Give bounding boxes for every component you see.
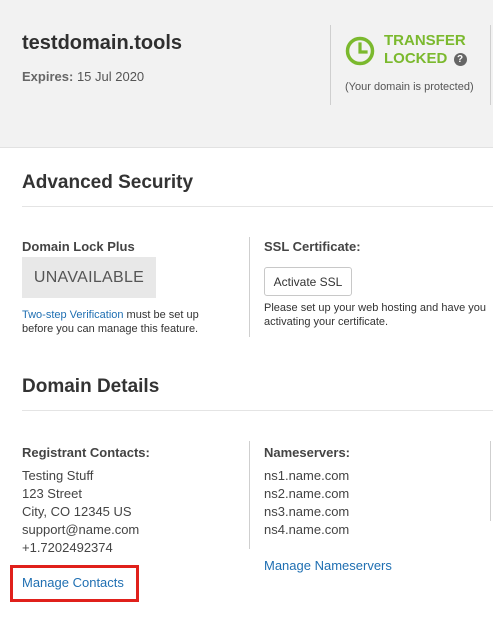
domain-header: testdomain.tools Expires: 15 Jul 2020 TR… (0, 0, 493, 148)
column-divider (249, 441, 250, 549)
nameserver-item: ns1.name.com (264, 468, 350, 483)
domain-lock-note: Two-step Verification must be set up bef… (22, 308, 199, 336)
nameserver-item: ns3.name.com (264, 504, 350, 519)
transfer-lock-status: TRANSFER LOCKED ? (384, 32, 467, 68)
nameserver-item: ns2.name.com (264, 486, 350, 501)
ssl-note-line1: Please set up your web hosting and have … (264, 302, 486, 314)
column-divider-right (490, 441, 491, 521)
domain-details-title: Domain Details (22, 376, 160, 397)
registrant-contacts-label: Registrant Contacts: (22, 445, 150, 460)
expiry-info: Expires: 15 Jul 2020 (22, 69, 144, 84)
section-divider (22, 410, 493, 411)
ssl-label: SSL Certificate: (264, 239, 361, 254)
registrant-line: City, CO 12345 US (22, 504, 132, 519)
domain-lock-status-badge: UNAVAILABLE (22, 257, 156, 298)
expires-label: Expires: (22, 69, 74, 84)
nameservers-label: Nameservers: (264, 445, 351, 460)
lock-note: (Your domain is protected) (345, 81, 474, 93)
locked-label: LOCKED (384, 50, 448, 67)
nameserver-item: ns4.name.com (264, 522, 350, 537)
expires-value: 15 Jul 2020 (76, 69, 145, 84)
highlight-box (10, 565, 139, 602)
two-step-verification-link[interactable]: Two-step Verification (22, 309, 124, 321)
ssl-note-line2: activating your certificate. (264, 316, 389, 328)
transfer-label: TRANSFER (384, 32, 466, 49)
domain-lock-note-text2: before you can manage this feature. (22, 323, 199, 335)
registrant-line: 123 Street (22, 486, 82, 501)
section-divider (22, 206, 493, 207)
header-divider-right (490, 25, 491, 105)
registrant-contact-list: Testing Stuff 123 Street City, CO 12345 … (22, 467, 139, 557)
registrant-line: Testing Stuff (22, 468, 94, 483)
locked-row: LOCKED ? (384, 50, 467, 68)
column-divider (249, 237, 250, 337)
ssl-note: Please set up your web hosting and have … (264, 301, 486, 329)
domain-name-title: testdomain.tools (22, 32, 183, 54)
domain-lock-label: Domain Lock Plus (22, 239, 135, 254)
help-icon[interactable]: ? (453, 53, 467, 66)
activate-ssl-button[interactable]: Activate SSL (264, 267, 352, 296)
manage-nameservers-link[interactable]: Manage Nameservers (264, 558, 392, 573)
domain-lock-note-text1: must be set up (123, 309, 199, 321)
registrant-line: support@name.com (22, 522, 140, 537)
nameserver-list: ns1.name.com ns2.name.com ns3.name.com n… (264, 467, 349, 539)
advanced-security-title: Advanced Security (22, 172, 194, 193)
registrant-line: +1.7202492374 (22, 540, 113, 555)
header-divider (330, 25, 331, 105)
clock-lock-icon (345, 36, 375, 66)
